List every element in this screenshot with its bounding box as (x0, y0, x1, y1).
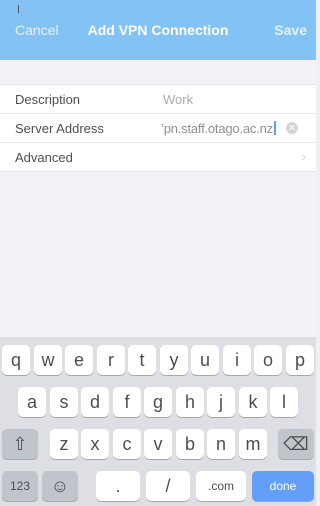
dotcom-key[interactable]: .com (196, 471, 246, 501)
key-v[interactable]: v (144, 429, 172, 459)
description-row[interactable]: Description Work (0, 85, 316, 114)
server-address-label: Server Address (15, 121, 104, 136)
key-m[interactable]: m (239, 429, 267, 459)
key-a[interactable]: a (18, 387, 46, 417)
advanced-row[interactable]: Advanced › (0, 143, 316, 171)
clear-icon[interactable]: ✕ (286, 122, 298, 134)
key-q[interactable]: q (2, 345, 30, 375)
done-key[interactable]: done (252, 471, 314, 501)
key-r[interactable]: r (97, 345, 125, 375)
key-d[interactable]: d (81, 387, 109, 417)
key-p[interactable]: p (286, 345, 314, 375)
description-label: Description (15, 92, 81, 107)
key-x[interactable]: x (81, 429, 109, 459)
key-t[interactable]: t (128, 345, 156, 375)
key-z[interactable]: z (50, 429, 78, 459)
server-address-field[interactable]: ’pn.staff.otago.ac.nz (161, 121, 276, 136)
slash-key[interactable]: / (146, 471, 190, 501)
delete-key[interactable]: ⌫ (278, 429, 314, 459)
period-key[interactable]: . (96, 471, 140, 501)
key-n[interactable]: n (207, 429, 235, 459)
keyboard: q w e r t y u i o p a s d f g h j k l ⇧ … (0, 337, 316, 506)
status-mark (18, 5, 19, 13)
key-e[interactable]: e (65, 345, 93, 375)
shift-key[interactable]: ⇧ (2, 429, 38, 459)
key-o[interactable]: o (254, 345, 282, 375)
key-y[interactable]: y (160, 345, 188, 375)
nav-bar: Cancel Add VPN Connection Save (0, 0, 316, 60)
chevron-right-icon: › (301, 149, 306, 164)
emoji-key[interactable]: ☺ (42, 471, 78, 501)
key-s[interactable]: s (50, 387, 78, 417)
key-u[interactable]: u (191, 345, 219, 375)
key-b[interactable]: b (176, 429, 204, 459)
server-address-text: ’pn.staff.otago.ac.nz (161, 121, 273, 136)
advanced-label: Advanced (15, 150, 73, 165)
key-w[interactable]: w (34, 345, 62, 375)
server-address-row[interactable]: Server Address ’pn.staff.otago.ac.nz ✕ (0, 114, 316, 143)
save-button[interactable]: Save (274, 22, 307, 38)
page-title: Add VPN Connection (87, 22, 229, 38)
key-h[interactable]: h (176, 387, 204, 417)
key-k[interactable]: k (239, 387, 267, 417)
key-j[interactable]: j (207, 387, 235, 417)
vpn-settings-table: Description Work Server Address ’pn.staf… (0, 84, 316, 172)
key-i[interactable]: i (223, 345, 251, 375)
key-l[interactable]: l (270, 387, 298, 417)
key-f[interactable]: f (113, 387, 141, 417)
numbers-key[interactable]: 123 (2, 471, 38, 501)
text-cursor (273, 121, 276, 135)
key-c[interactable]: c (113, 429, 141, 459)
key-g[interactable]: g (144, 387, 172, 417)
description-field[interactable]: Work (163, 92, 193, 107)
